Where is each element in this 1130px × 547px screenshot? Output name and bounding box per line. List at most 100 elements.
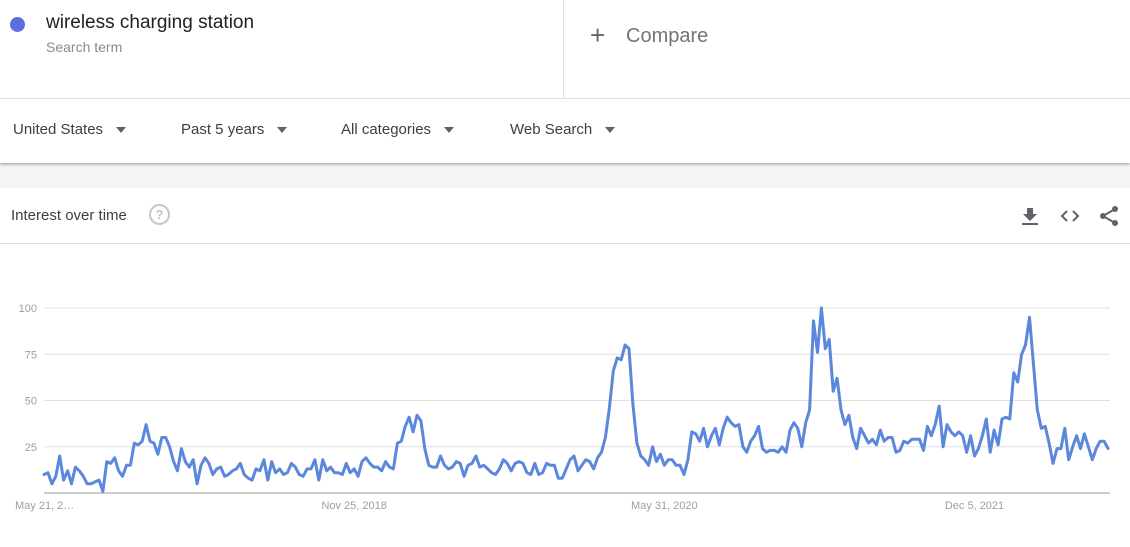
data-point[interactable] [81, 474, 85, 478]
data-point[interactable] [792, 421, 796, 425]
data-point[interactable] [458, 461, 462, 465]
data-point[interactable] [925, 424, 929, 428]
data-point[interactable] [125, 463, 129, 467]
data-point[interactable] [890, 436, 894, 440]
data-point[interactable] [144, 423, 148, 427]
data-point[interactable] [1055, 447, 1059, 451]
data-point[interactable] [317, 478, 321, 482]
data-point[interactable] [321, 458, 325, 462]
data-point[interactable] [348, 471, 352, 475]
data-point[interactable] [898, 448, 902, 452]
filter-time-dropdown[interactable]: Past 5 years [181, 121, 288, 138]
data-point[interactable] [403, 424, 407, 428]
data-point[interactable] [623, 343, 627, 347]
data-point[interactable] [446, 467, 450, 471]
data-point[interactable] [666, 458, 670, 462]
data-point[interactable] [698, 439, 702, 443]
compare-button[interactable]: + Compare [564, 0, 1130, 98]
download-icon[interactable] [1019, 205, 1041, 227]
data-point[interactable] [549, 463, 553, 467]
data-point[interactable] [686, 458, 690, 462]
data-point[interactable] [250, 478, 254, 482]
data-point[interactable] [1098, 439, 1102, 443]
data-point[interactable] [560, 476, 564, 480]
data-point[interactable] [411, 430, 415, 434]
data-point[interactable] [902, 439, 906, 443]
data-point[interactable] [533, 461, 537, 465]
data-point[interactable] [238, 461, 242, 465]
data-point[interactable] [152, 441, 156, 445]
data-point[interactable] [961, 434, 965, 438]
data-point[interactable] [482, 463, 486, 467]
data-point[interactable] [54, 474, 58, 478]
data-point[interactable] [388, 465, 392, 469]
data-point[interactable] [980, 434, 984, 438]
data-point[interactable] [867, 441, 871, 445]
data-point[interactable] [882, 439, 886, 443]
data-point[interactable] [329, 465, 333, 469]
data-point[interactable] [490, 471, 494, 475]
data-point[interactable] [910, 437, 914, 441]
data-point[interactable] [176, 469, 180, 473]
data-point[interactable] [77, 469, 81, 473]
data-point[interactable] [603, 436, 607, 440]
data-point[interactable] [1106, 447, 1110, 451]
data-point[interactable] [761, 447, 765, 451]
data-point[interactable] [988, 450, 992, 454]
data-point[interactable] [337, 471, 341, 475]
data-point[interactable] [662, 463, 666, 467]
data-point[interactable] [607, 406, 611, 410]
data-point[interactable] [690, 430, 694, 434]
data-point[interactable] [984, 417, 988, 421]
data-point[interactable] [784, 450, 788, 454]
data-point[interactable] [340, 473, 344, 477]
data-point[interactable] [957, 430, 961, 434]
data-point[interactable] [976, 447, 980, 451]
data-point[interactable] [918, 437, 922, 441]
data-point[interactable] [941, 445, 945, 449]
data-point[interactable] [1094, 447, 1098, 451]
data-point[interactable] [380, 469, 384, 473]
data-point[interactable] [344, 461, 348, 465]
data-point[interactable] [611, 369, 615, 373]
data-point[interactable] [364, 456, 368, 460]
data-point[interactable] [113, 456, 117, 460]
data-point[interactable] [1075, 434, 1079, 438]
data-point[interactable] [1063, 426, 1067, 430]
search-term-card[interactable]: wireless charging station Search term [0, 0, 564, 98]
data-point[interactable] [843, 423, 847, 427]
data-point[interactable] [117, 469, 121, 473]
data-point[interactable] [333, 471, 337, 475]
data-point[interactable] [764, 450, 768, 454]
data-point[interactable] [266, 478, 270, 482]
data-point[interactable] [501, 458, 505, 462]
data-point[interactable] [231, 469, 235, 473]
data-point[interactable] [933, 423, 937, 427]
data-point[interactable] [1086, 445, 1090, 449]
data-point[interactable] [46, 471, 50, 475]
embed-code-icon[interactable] [1059, 205, 1081, 227]
data-point[interactable] [439, 454, 443, 458]
data-point[interactable] [395, 441, 399, 445]
data-point[interactable] [66, 469, 70, 473]
data-point[interactable] [258, 469, 262, 473]
data-point[interactable] [211, 473, 215, 477]
data-point[interactable] [223, 474, 227, 478]
data-point[interactable] [497, 467, 501, 471]
data-point[interactable] [772, 448, 776, 452]
data-point[interactable] [647, 463, 651, 467]
data-point[interactable] [878, 428, 882, 432]
data-point[interactable] [1079, 447, 1083, 451]
data-point[interactable] [1028, 315, 1032, 319]
data-point[interactable] [203, 456, 207, 460]
data-point[interactable] [384, 460, 388, 464]
data-point[interactable] [992, 428, 996, 432]
data-point[interactable] [1016, 380, 1020, 384]
data-point[interactable] [592, 467, 596, 471]
data-point[interactable] [537, 473, 541, 477]
data-point[interactable] [1043, 424, 1047, 428]
data-point[interactable] [517, 460, 521, 464]
data-point[interactable] [717, 443, 721, 447]
data-point[interactable] [552, 463, 556, 467]
data-point[interactable] [474, 454, 478, 458]
